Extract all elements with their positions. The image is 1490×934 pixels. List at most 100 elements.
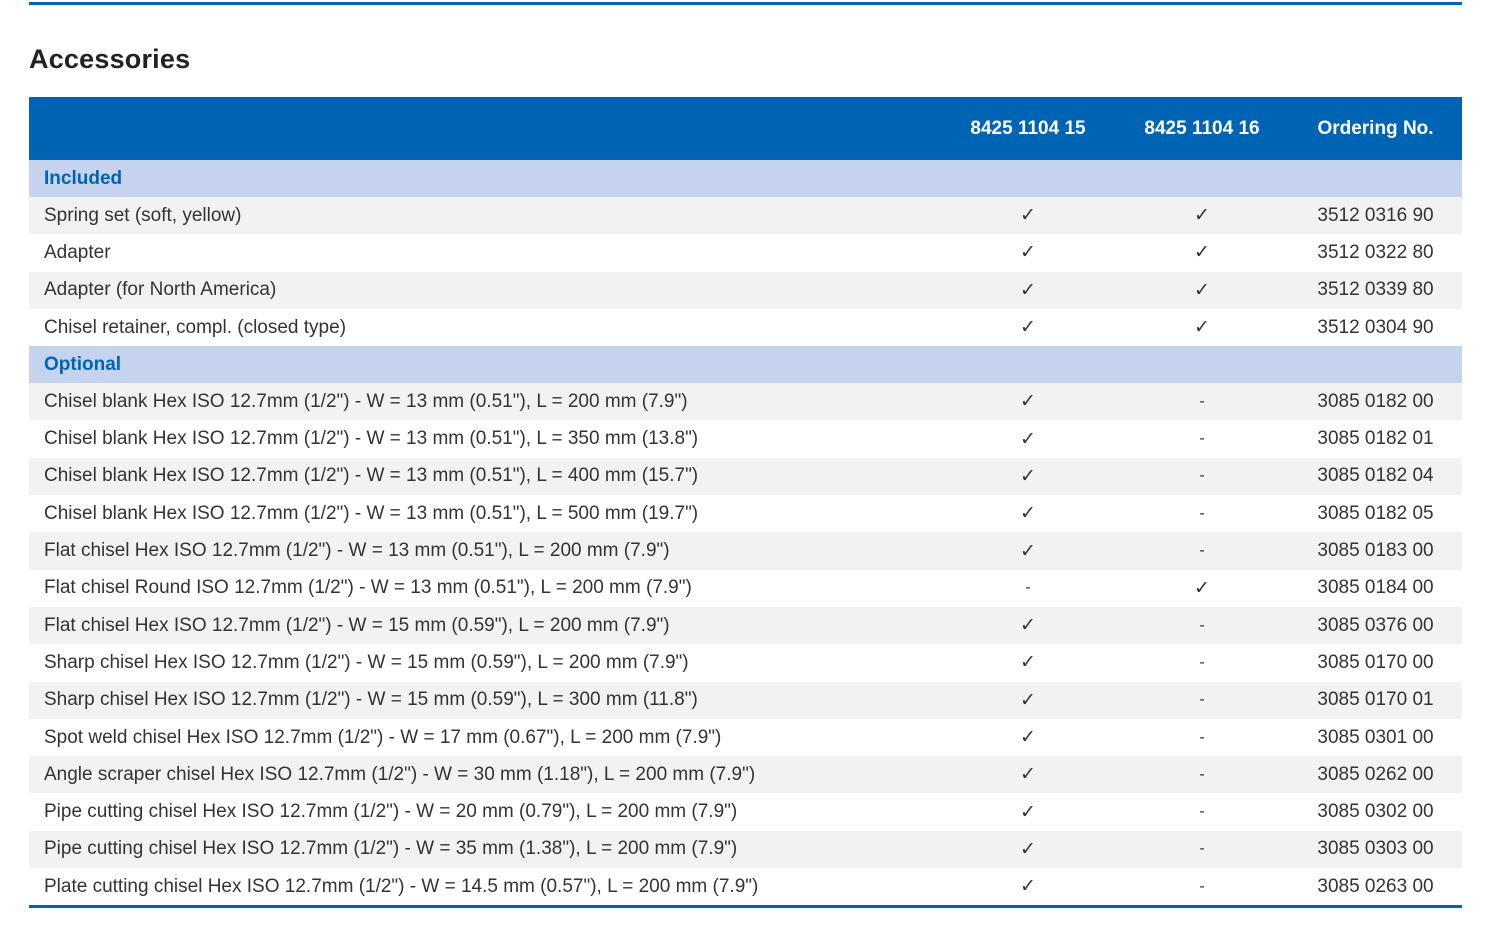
checkmark-icon-model-15: ✓ — [941, 606, 1115, 645]
item-description: Spring set (soft, yellow) — [29, 197, 941, 235]
item-description: Chisel blank Hex ISO 12.7mm (1/2") - W =… — [29, 383, 941, 421]
header-description — [29, 97, 941, 160]
checkmark-icon-model-15: ✓ — [941, 495, 1115, 533]
header-model-16: 8425 1104 16 — [1115, 97, 1289, 160]
table-row: Spot weld chisel Hex ISO 12.7mm (1/2") -… — [29, 718, 1462, 757]
checkmark-icon-model-15: ✓ — [941, 197, 1115, 235]
checkmark-icon-model-16: ✓ — [1115, 234, 1289, 272]
ordering-number: 3085 0182 04 — [1289, 457, 1462, 496]
item-description: Pipe cutting chisel Hex ISO 12.7mm (1/2"… — [29, 830, 941, 869]
item-description: Sharp chisel Hex ISO 12.7mm (1/2") - W =… — [29, 681, 941, 719]
not-available-dash-model-16: - — [1115, 718, 1289, 757]
table-row: Chisel retainer, compl. (closed type) ✓ ✓ 3… — [29, 308, 1462, 347]
table-row: Flat chisel Hex ISO 12.7mm (1/2") - W = … — [29, 532, 1462, 570]
table-row: Adapter ✓ ✓ 3512 0322 80 — [29, 234, 1462, 272]
checkmark-icon-model-16: ✓ — [1115, 197, 1289, 235]
ordering-number: 3085 0184 00 — [1289, 569, 1462, 607]
not-available-dash-model-15: - — [941, 569, 1115, 607]
item-description: Flat chisel Hex ISO 12.7mm (1/2") - W = … — [29, 606, 941, 645]
checkmark-icon-model-16: ✓ — [1115, 271, 1289, 309]
checkmark-icon-model-15: ✓ — [941, 644, 1115, 682]
checkmark-icon-model-15: ✓ — [941, 308, 1115, 347]
item-description: Angle scraper chisel Hex ISO 12.7mm (1/2… — [29, 756, 941, 794]
ordering-number: 3085 0262 00 — [1289, 756, 1462, 794]
table-row: Spring set (soft, yellow) ✓ ✓ 3512 0316 90 — [29, 197, 1462, 235]
ordering-number: 3085 0170 01 — [1289, 681, 1462, 719]
ordering-number: 3085 0170 00 — [1289, 644, 1462, 682]
item-description: Spot weld chisel Hex ISO 12.7mm (1/2") -… — [29, 718, 941, 757]
not-available-dash-model-16: - — [1115, 756, 1289, 794]
ordering-number: 3085 0182 05 — [1289, 495, 1462, 533]
table-header-row: 8425 1104 15 8425 1104 16 Ordering No. — [29, 97, 1462, 160]
item-description: Sharp chisel Hex ISO 12.7mm (1/2") - W =… — [29, 644, 941, 682]
table-row: Pipe cutting chisel Hex ISO 12.7mm (1/2"… — [29, 830, 1462, 869]
table-row: Chisel blank Hex ISO 12.7mm (1/2") - W =… — [29, 495, 1462, 533]
checkmark-icon-model-15: ✓ — [941, 793, 1115, 831]
item-description: Chisel blank Hex ISO 12.7mm (1/2") - W =… — [29, 495, 941, 533]
not-available-dash-model-16: - — [1115, 681, 1289, 719]
ordering-number: 3085 0182 01 — [1289, 420, 1462, 458]
item-description: Pipe cutting chisel Hex ISO 12.7mm (1/2"… — [29, 793, 941, 831]
header-ordering-no: Ordering No. — [1289, 97, 1462, 160]
checkmark-icon-model-15: ✓ — [941, 756, 1115, 794]
group-row-optional: Optional — [29, 346, 1462, 384]
ordering-number: 3512 0339 80 — [1289, 271, 1462, 309]
table-row: Sharp chisel Hex ISO 12.7mm (1/2") - W =… — [29, 681, 1462, 719]
checkmark-icon-model-15: ✓ — [941, 383, 1115, 421]
item-description: Chisel retainer, compl. (closed type) — [29, 308, 941, 347]
checkmark-icon-model-15: ✓ — [941, 234, 1115, 272]
ordering-number: 3512 0322 80 — [1289, 234, 1462, 272]
not-available-dash-model-16: - — [1115, 793, 1289, 831]
ordering-number: 3085 0302 00 — [1289, 793, 1462, 831]
item-description: Chisel blank Hex ISO 12.7mm (1/2") - W =… — [29, 420, 941, 458]
table-row: Flat chisel Hex ISO 12.7mm (1/2") - W = … — [29, 606, 1462, 645]
group-label: Optional — [29, 346, 1462, 384]
table-row: Chisel blank Hex ISO 12.7mm (1/2") - W =… — [29, 383, 1462, 421]
table-row: Sharp chisel Hex ISO 12.7mm (1/2") - W =… — [29, 644, 1462, 682]
page-title: Accessories — [29, 44, 191, 74]
table-row: Adapter (for North America) ✓ ✓ 3512 0339 8… — [29, 271, 1462, 309]
checkmark-icon-model-16: ✓ — [1115, 308, 1289, 347]
not-available-dash-model-16: - — [1115, 495, 1289, 533]
checkmark-icon-model-15: ✓ — [941, 420, 1115, 458]
not-available-dash-model-16: - — [1115, 606, 1289, 645]
checkmark-icon-model-16: ✓ — [1115, 569, 1289, 607]
accessories-table: 8425 1104 15 8425 1104 16 Ordering No. I… — [29, 97, 1462, 909]
checkmark-icon-model-15: ✓ — [941, 457, 1115, 496]
group-label: Included — [29, 160, 1462, 197]
ordering-number: 3085 0303 00 — [1289, 830, 1462, 869]
not-available-dash-model-16: - — [1115, 830, 1289, 869]
item-description: Adapter — [29, 234, 941, 272]
ordering-number: 3085 0183 00 — [1289, 532, 1462, 570]
checkmark-icon-model-15: ✓ — [941, 718, 1115, 757]
table-row: Pipe cutting chisel Hex ISO 12.7mm (1/2"… — [29, 793, 1462, 831]
ordering-number: 3085 0263 00 — [1289, 868, 1462, 909]
checkmark-icon-model-15: ✓ — [941, 532, 1115, 570]
ordering-number: 3512 0316 90 — [1289, 197, 1462, 235]
checkmark-icon-model-15: ✓ — [941, 271, 1115, 309]
table-row: Chisel blank Hex ISO 12.7mm (1/2") - W =… — [29, 420, 1462, 458]
not-available-dash-model-16: - — [1115, 644, 1289, 682]
ordering-number: 3085 0301 00 — [1289, 718, 1462, 757]
item-description: Flat chisel Round ISO 12.7mm (1/2") - W … — [29, 569, 941, 607]
not-available-dash-model-16: - — [1115, 383, 1289, 421]
item-description: Plate cutting chisel Hex ISO 12.7mm (1/2… — [29, 868, 941, 909]
not-available-dash-model-16: - — [1115, 532, 1289, 570]
ordering-number: 3085 0376 00 — [1289, 606, 1462, 645]
item-description: Chisel blank Hex ISO 12.7mm (1/2") - W =… — [29, 457, 941, 496]
table-row: Chisel blank Hex ISO 12.7mm (1/2") - W =… — [29, 457, 1462, 496]
group-row-included: Included — [29, 160, 1462, 197]
not-available-dash-model-16: - — [1115, 868, 1289, 909]
item-description: Flat chisel Hex ISO 12.7mm (1/2") - W = … — [29, 532, 941, 570]
not-available-dash-model-16: - — [1115, 420, 1289, 458]
header-model-15: 8425 1104 15 — [941, 97, 1115, 160]
ordering-number: 3085 0182 00 — [1289, 383, 1462, 421]
table-row: Angle scraper chisel Hex ISO 12.7mm (1/2… — [29, 756, 1462, 794]
checkmark-icon-model-15: ✓ — [941, 830, 1115, 869]
table-row: Plate cutting chisel Hex ISO 12.7mm (1/2… — [29, 868, 1462, 909]
checkmark-icon-model-15: ✓ — [941, 681, 1115, 719]
ordering-number: 3512 0304 90 — [1289, 308, 1462, 347]
item-description: Adapter (for North America) — [29, 271, 941, 309]
top-divider — [29, 2, 1462, 5]
not-available-dash-model-16: - — [1115, 457, 1289, 496]
